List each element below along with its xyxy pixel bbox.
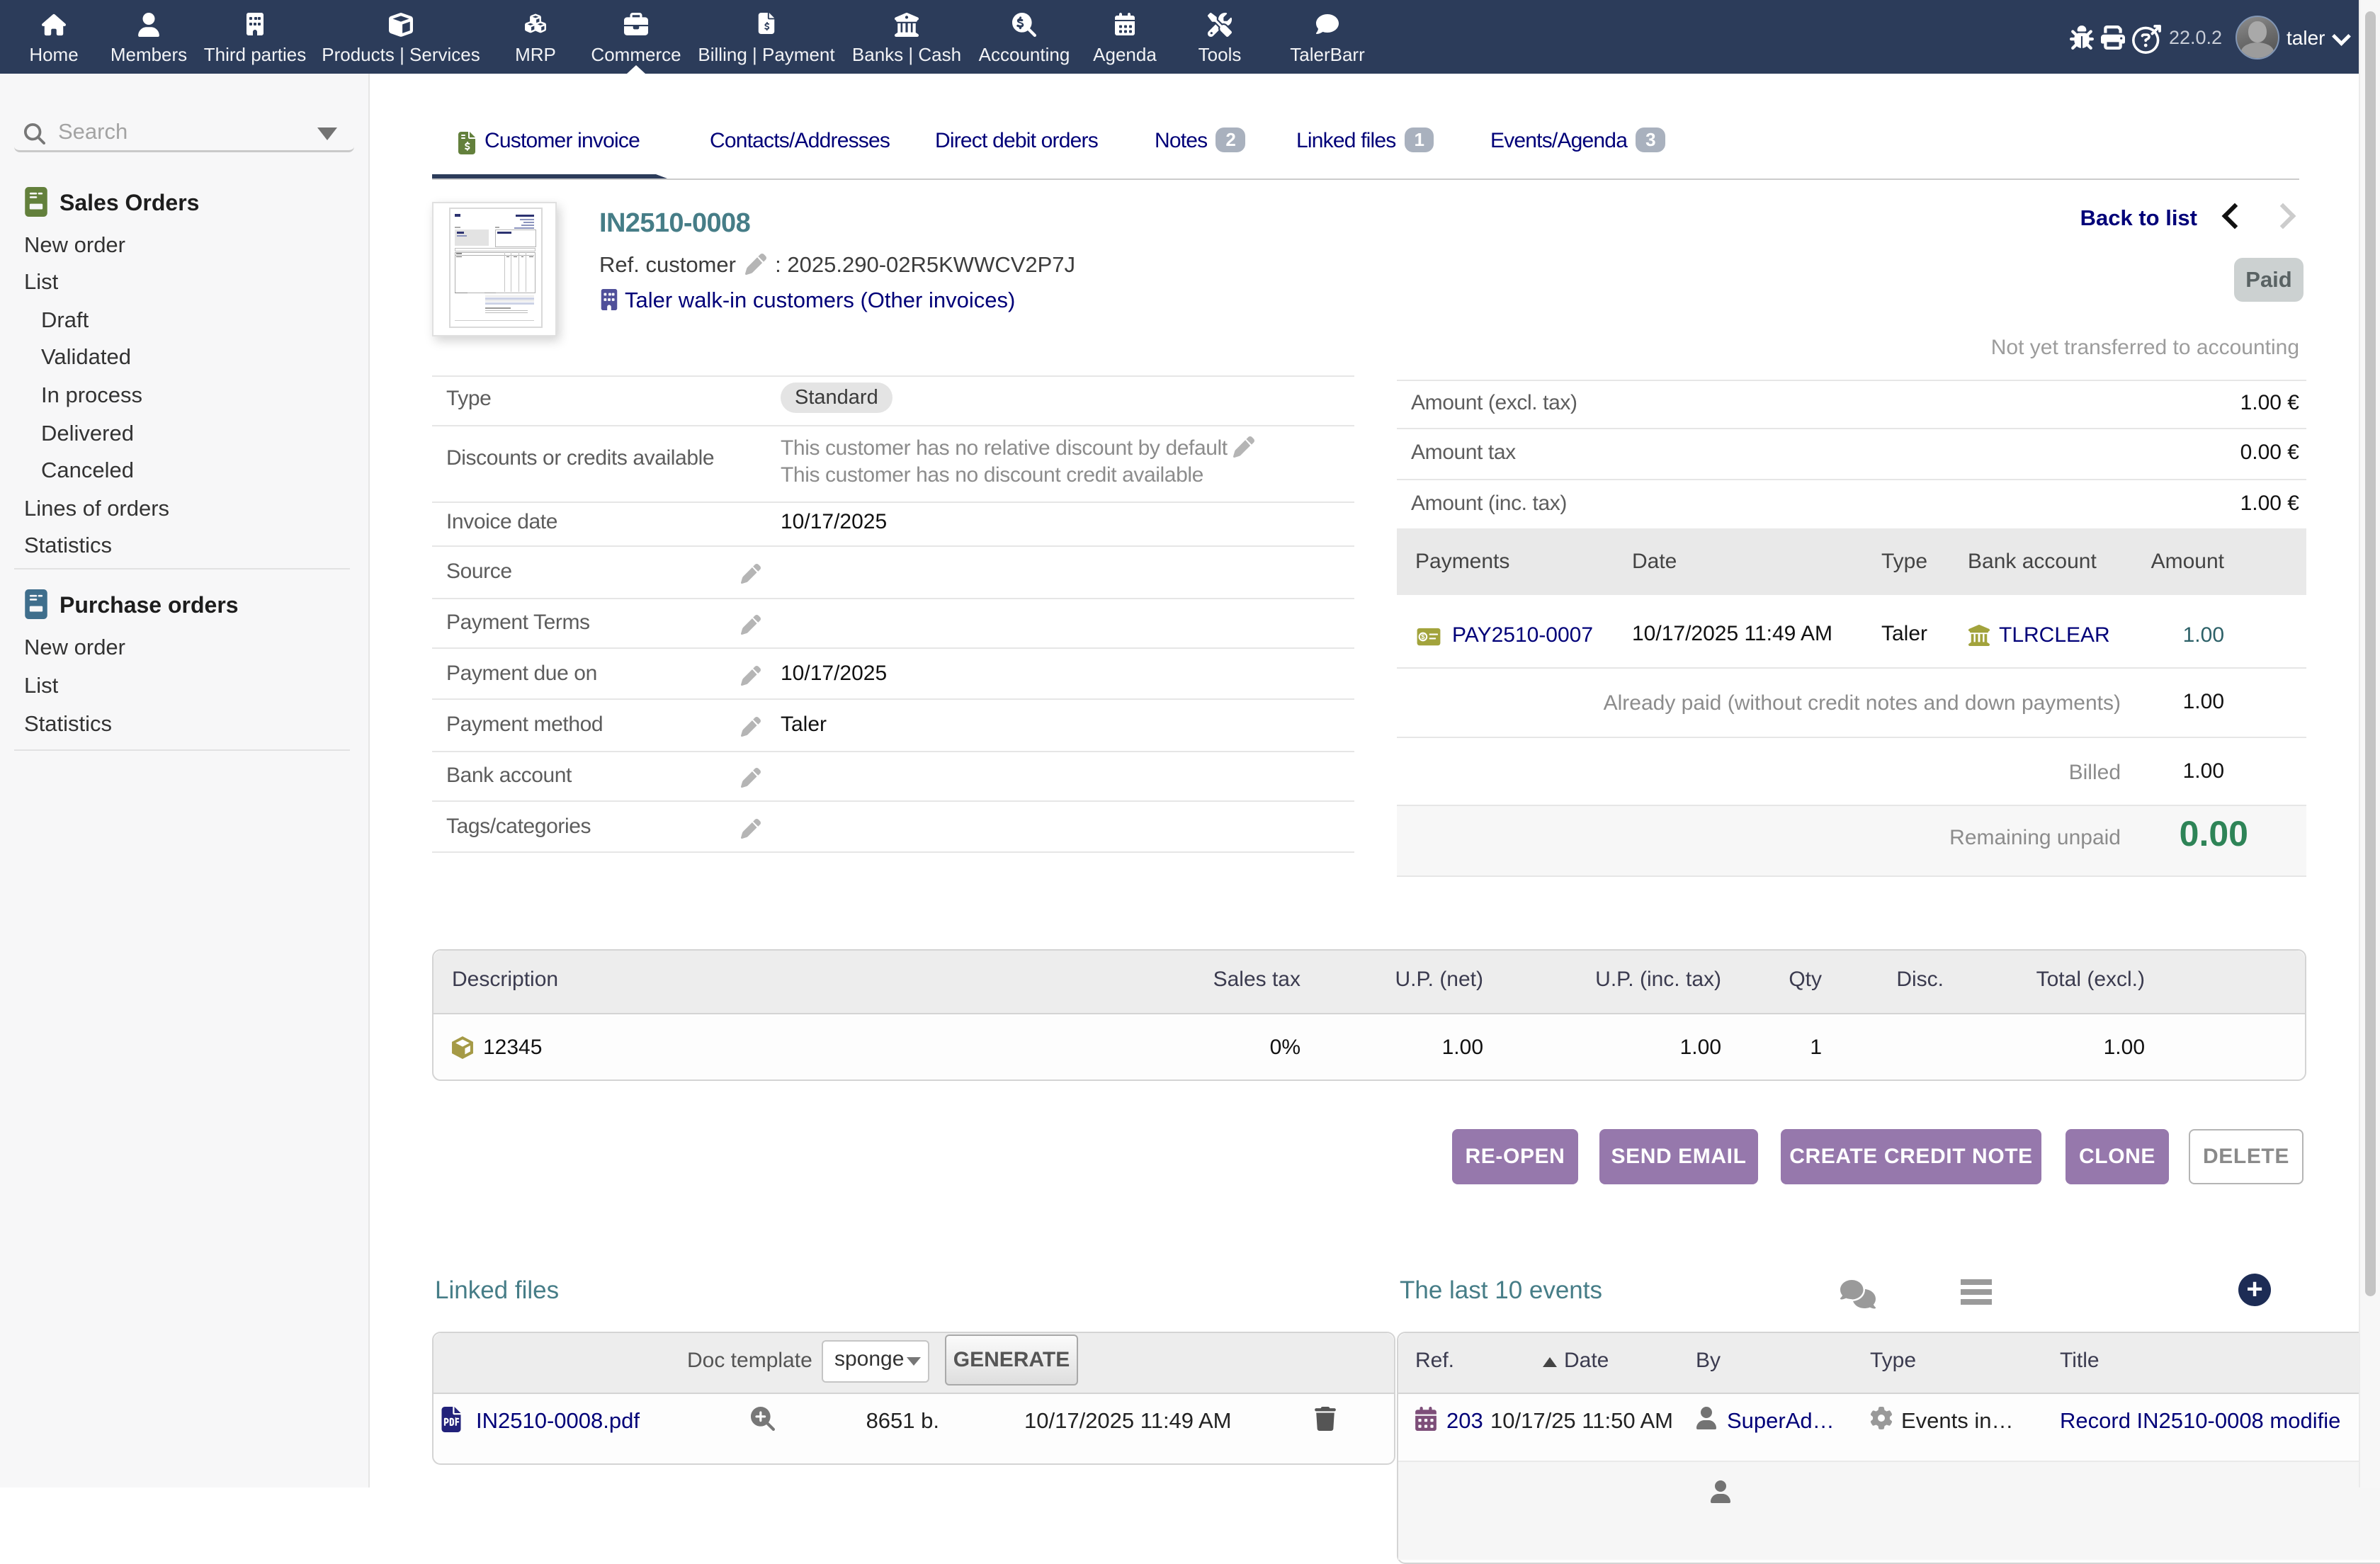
svg-text:$: $ (1421, 633, 1425, 640)
